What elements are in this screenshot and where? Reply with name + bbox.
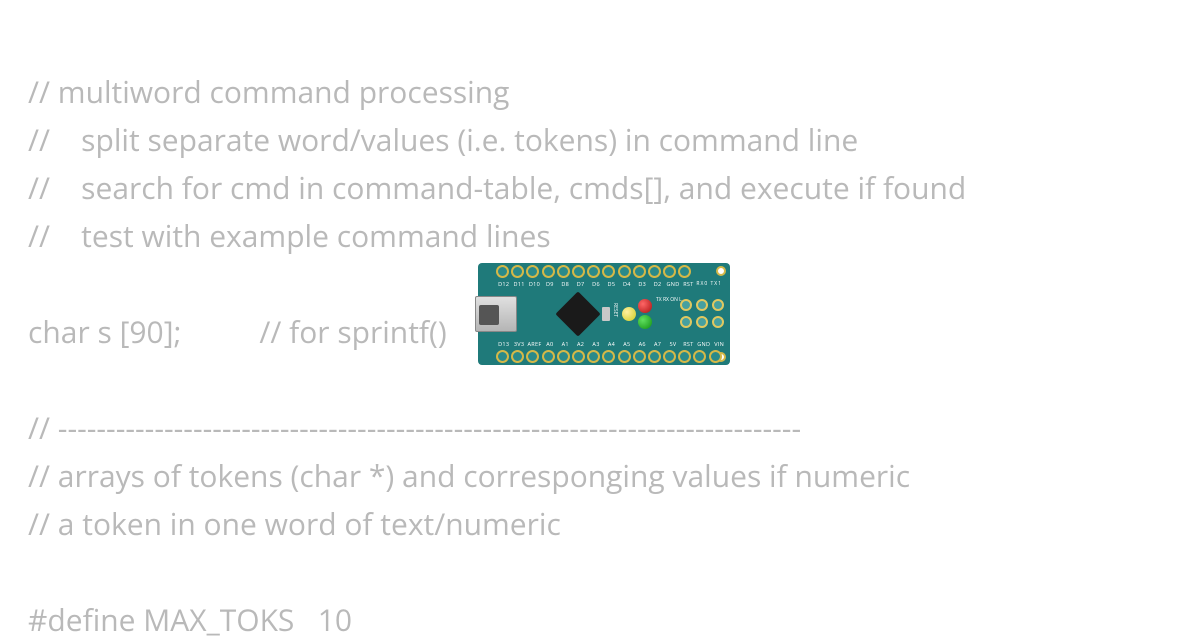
pin-label: D5 xyxy=(604,280,619,288)
pin xyxy=(648,265,661,278)
pin xyxy=(602,265,615,278)
reset-label: RESET xyxy=(612,303,618,317)
pin xyxy=(542,265,555,278)
pin-label: D2 xyxy=(650,280,665,288)
usb-mini-port xyxy=(475,296,517,332)
pin xyxy=(572,350,585,363)
pin xyxy=(557,265,570,278)
pin-label: GND xyxy=(665,280,680,288)
pin-label: AREF xyxy=(527,340,542,348)
pin-label: GND xyxy=(696,340,711,348)
pin xyxy=(678,350,691,363)
pin xyxy=(693,350,706,363)
pin xyxy=(496,265,509,278)
pin-label: A5 xyxy=(619,340,634,348)
proto-hole xyxy=(712,299,724,311)
pin-label: D13 xyxy=(496,340,511,348)
pin xyxy=(526,265,539,278)
pin-label: D7 xyxy=(573,280,588,288)
proto-hole xyxy=(712,316,724,328)
pin xyxy=(663,265,676,278)
pin-label: D4 xyxy=(619,280,634,288)
pin-label: D11 xyxy=(511,280,526,288)
pin-label: A2 xyxy=(573,340,588,348)
pin-label: D6 xyxy=(588,280,603,288)
pin-label: VIN xyxy=(711,340,726,348)
pin xyxy=(618,350,631,363)
pin xyxy=(496,350,509,363)
pin xyxy=(542,350,555,363)
proto-hole xyxy=(680,316,692,328)
pin-label: D12 xyxy=(496,280,511,288)
pin-label: D9 xyxy=(542,280,557,288)
pin-label: 5V xyxy=(665,340,680,348)
pin xyxy=(587,350,600,363)
pin xyxy=(526,350,539,363)
pin-labels-top: D12D11D10D9D8D7D6D5D4D3D2GNDRST xyxy=(496,280,696,288)
pin xyxy=(633,265,646,278)
pin xyxy=(633,350,646,363)
led-on xyxy=(638,315,652,329)
pin-label: A7 xyxy=(650,340,665,348)
pin-label: D10 xyxy=(527,280,542,288)
pin xyxy=(587,265,600,278)
pin xyxy=(602,350,615,363)
pin xyxy=(663,350,676,363)
pin-labels-bottom: D133V3AREFA0A1A2A3A4A5A6A75VRSTGNDVIN xyxy=(496,340,727,348)
arduino-nano-board: D12D11D10D9D8D7D6D5D4D3D2GNDRST D133V3AR… xyxy=(478,263,730,365)
pin-header-bottom xyxy=(496,350,724,363)
pin-header-top xyxy=(496,265,693,278)
pin-label: D8 xyxy=(558,280,573,288)
pin-label: A6 xyxy=(635,340,650,348)
proto-hole xyxy=(696,316,708,328)
pin-label: A1 xyxy=(558,340,573,348)
rx-tx-label: RX0 TX1 xyxy=(696,281,722,287)
pin xyxy=(709,350,722,363)
pin xyxy=(572,265,585,278)
pin-label: 3V3 xyxy=(511,340,526,348)
mounting-hole xyxy=(716,266,726,276)
pin xyxy=(678,265,691,278)
pin xyxy=(557,350,570,363)
pin-label: A3 xyxy=(588,340,603,348)
pin-label: RST xyxy=(681,340,696,348)
pin-label: D3 xyxy=(635,280,650,288)
pin xyxy=(648,350,661,363)
prototype-area xyxy=(676,295,724,333)
pin xyxy=(618,265,631,278)
pin-label: A0 xyxy=(542,340,557,348)
proto-hole xyxy=(680,299,692,311)
pin xyxy=(511,350,524,363)
pin-label: RST xyxy=(681,280,696,288)
pin-label: A4 xyxy=(604,340,619,348)
led-l xyxy=(622,307,636,321)
led-tx xyxy=(638,299,652,313)
pin xyxy=(511,265,524,278)
reset-button xyxy=(602,307,610,321)
proto-hole xyxy=(696,299,708,311)
